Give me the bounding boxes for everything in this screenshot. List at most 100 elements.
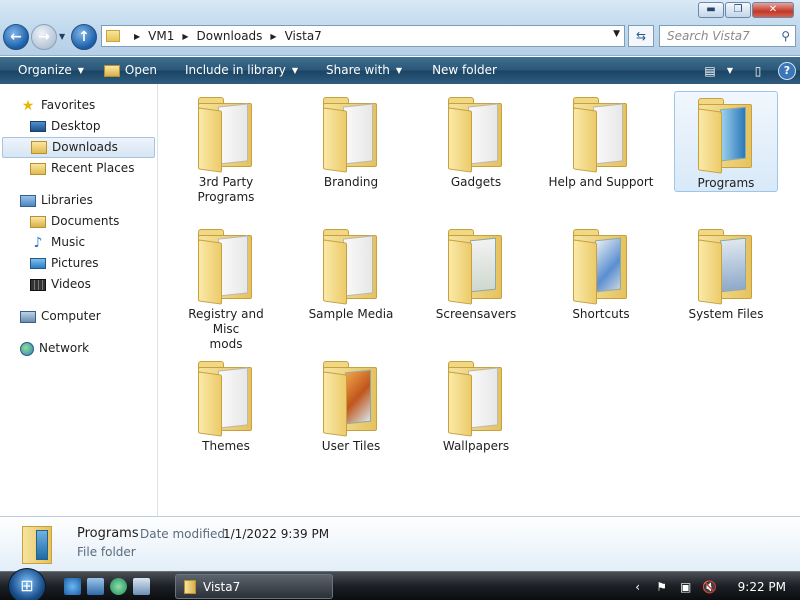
folder-label: Shortcuts	[572, 307, 630, 321]
folder-item[interactable]: Themes	[174, 355, 278, 454]
sidebar-item-downloads[interactable]: Downloads	[2, 137, 155, 158]
help-icon[interactable]: ?	[778, 61, 796, 80]
include-in-library-label: Include in library	[184, 63, 286, 77]
search-placeholder: Search Vista7	[667, 29, 750, 43]
refresh-button[interactable]: ⇆	[628, 25, 654, 47]
folder-item[interactable]: Screensavers	[424, 223, 528, 322]
sidebar-item-network[interactable]: Network	[0, 338, 157, 359]
volume-muted-icon[interactable]: 🔇	[702, 580, 718, 594]
file-list: 3rd Party Programs Branding Gadgets Help…	[159, 84, 800, 516]
include-in-library-button[interactable]: Include in library ▼	[167, 57, 308, 84]
folder-label-line2: mods	[209, 337, 243, 351]
folder-label-line2: Programs	[197, 190, 255, 204]
clock[interactable]: 9:22 PM	[738, 580, 786, 594]
sidebar-item-recent-places[interactable]: Recent Places	[0, 158, 157, 179]
folder-label: 3rd Party	[198, 175, 254, 189]
folder-label: Gadgets	[450, 175, 502, 189]
address-bar[interactable]: ▶ VM1 ▶ Downloads ▶ Vista7 ▼	[101, 25, 625, 47]
share-with-button[interactable]: Share with ▼	[308, 57, 412, 84]
breadcrumb-separator-icon[interactable]: ▶	[134, 32, 140, 41]
sidebar-item-label: Network	[39, 341, 90, 355]
taskbar: ⊞ Vista7 ‹ ⚑ ▣ 🔇 9:22 PM	[0, 568, 800, 600]
sidebar-item-label: Recent Places	[51, 161, 135, 175]
sidebar-item-pictures[interactable]: Pictures	[0, 253, 157, 274]
action-center-flag-icon[interactable]: ⚑	[654, 580, 670, 594]
forward-button[interactable]: →	[31, 24, 57, 50]
show-desktop-icon[interactable]	[87, 578, 104, 595]
breadcrumb-vm1[interactable]: VM1	[148, 29, 174, 43]
media-player-icon[interactable]	[110, 578, 127, 595]
folder-item-selected[interactable]: Programs	[674, 91, 778, 192]
folder-item[interactable]: Help and Support	[545, 91, 657, 190]
breadcrumb-separator-icon[interactable]: ▶	[182, 32, 188, 41]
taskbar-window-button[interactable]: Vista7	[175, 574, 333, 599]
sidebar-item-label: Computer	[41, 309, 101, 323]
up-button[interactable]: ↑	[71, 24, 97, 50]
folder-icon	[444, 95, 508, 173]
sidebar-item-label: Favorites	[41, 98, 96, 112]
search-input[interactable]: Search Vista7 ⚲	[659, 25, 796, 47]
internet-explorer-icon[interactable]	[64, 578, 81, 595]
start-button[interactable]: ⊞	[8, 568, 46, 600]
selected-item-name: Programs	[77, 526, 139, 541]
switch-windows-icon[interactable]	[133, 578, 150, 595]
address-dropdown-icon[interactable]: ▼	[613, 29, 620, 39]
folder-icon	[184, 579, 196, 594]
sidebar-item-desktop[interactable]: Desktop	[0, 116, 157, 137]
change-view-icon[interactable]: ▤	[702, 64, 718, 78]
open-button[interactable]: Open	[94, 57, 167, 84]
folder-item[interactable]: System Files	[674, 223, 778, 322]
new-folder-label: New folder	[432, 63, 497, 77]
folder-item[interactable]: User Tiles	[299, 355, 403, 454]
folder-icon	[694, 96, 758, 174]
recent-pages-dropdown[interactable]: ▼	[59, 32, 69, 41]
back-button[interactable]: ←	[3, 24, 29, 50]
folder-label: Branding	[323, 175, 379, 189]
folder-item[interactable]: Registry and Misc mods	[174, 223, 278, 352]
breadcrumb-vista7[interactable]: Vista7	[285, 29, 322, 43]
organize-label: Organize	[18, 63, 72, 77]
videos-icon	[30, 278, 46, 291]
minimize-button[interactable]: ▬	[698, 2, 724, 18]
breadcrumb-separator-icon[interactable]: ▶	[270, 32, 276, 41]
folder-item[interactable]: Sample Media	[299, 223, 403, 322]
sidebar-item-music[interactable]: ♪ Music	[0, 232, 157, 253]
sidebar-item-documents[interactable]: Documents	[0, 211, 157, 232]
desktop-icon	[30, 121, 46, 132]
tray-chevron-icon[interactable]: ‹	[630, 580, 646, 594]
music-note-icon: ♪	[33, 234, 43, 251]
date-modified-value: 1/1/2022 9:39 PM	[223, 527, 330, 541]
recent-places-icon	[30, 162, 46, 175]
breadcrumb-downloads[interactable]: Downloads	[197, 29, 263, 43]
close-button[interactable]: ✕	[752, 2, 794, 18]
sidebar-item-label: Downloads	[52, 140, 118, 154]
pictures-icon	[30, 258, 46, 269]
system-tray: ‹ ⚑ ▣ 🔇 9:22 PM	[630, 572, 800, 600]
folder-item[interactable]: Branding	[299, 91, 403, 190]
folder-label: User Tiles	[321, 439, 381, 453]
sidebar-item-videos[interactable]: Videos	[0, 274, 157, 295]
search-icon[interactable]: ⚲	[781, 26, 790, 46]
folder-icon	[444, 359, 508, 437]
folder-icon	[194, 359, 258, 437]
window-controls: ▬ ❐ ✕	[697, 2, 794, 18]
navigation-pane: ★ Favorites Desktop Downloads Recent Pla…	[0, 84, 158, 516]
folder-item[interactable]: Shortcuts	[549, 223, 653, 322]
view-dropdown-icon[interactable]: ▼	[722, 64, 738, 78]
preview-pane-icon[interactable]: ▯	[750, 64, 766, 78]
taskbar-window-label: Vista7	[203, 579, 241, 594]
details-pane: Programs Date modified: 1/1/2022 9:39 PM…	[0, 516, 800, 571]
maximize-button[interactable]: ❐	[725, 2, 751, 18]
sidebar-item-computer[interactable]: Computer	[0, 306, 157, 327]
folder-item[interactable]: Wallpapers	[424, 355, 528, 454]
folder-icon	[569, 95, 633, 173]
folder-item[interactable]: 3rd Party Programs	[174, 91, 278, 205]
new-folder-button[interactable]: New folder	[412, 57, 507, 84]
folder-icon	[194, 95, 258, 173]
organize-button[interactable]: Organize ▼	[0, 57, 94, 84]
sidebar-item-favorites[interactable]: ★ Favorites	[0, 95, 157, 116]
folder-item[interactable]: Gadgets	[424, 91, 528, 190]
sidebar-item-label: Libraries	[41, 193, 93, 207]
sidebar-item-libraries[interactable]: Libraries	[0, 190, 157, 211]
network-tray-icon[interactable]: ▣	[678, 580, 694, 594]
